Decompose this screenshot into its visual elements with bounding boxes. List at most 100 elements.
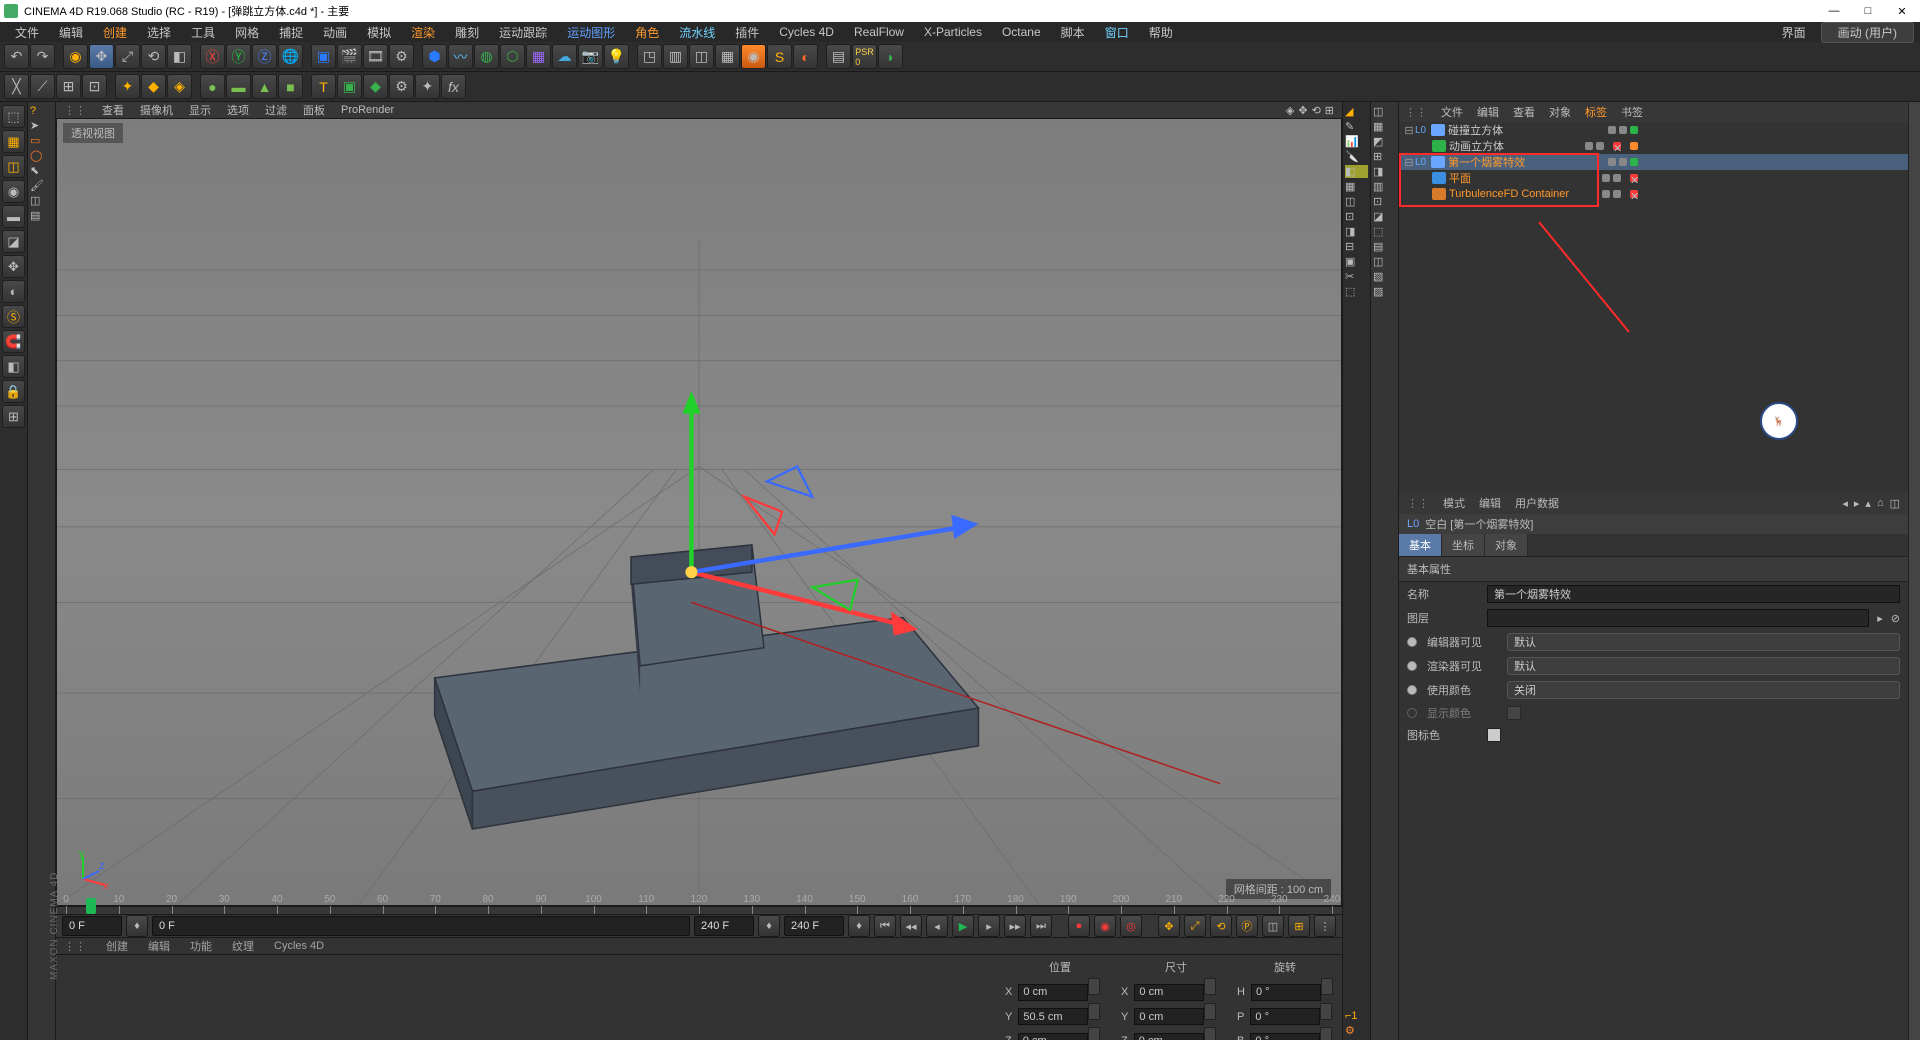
group2a[interactable]: ✦ [115,74,140,99]
key-pos-button[interactable]: ✥ [1158,915,1180,937]
lt-snap[interactable]: Ⓢ [2,305,25,328]
om-view[interactable]: 查看 [1513,104,1535,120]
rt1-d[interactable]: 🔪 [1345,150,1368,163]
lt2-sel[interactable]: ◫ [30,194,53,207]
render-settings-button[interactable]: 🎞 [363,44,388,69]
rt1-f[interactable]: ▦ [1345,180,1368,193]
menu-mograph[interactable]: 运动图形 [558,22,624,43]
content-browser-button[interactable]: ▤ [826,44,851,69]
vp-view[interactable]: 查看 [102,102,124,118]
attr-mode[interactable]: 模式 [1443,495,1465,511]
rt2-f[interactable]: ▥ [1373,180,1396,193]
menu-snap[interactable]: 捕捉 [270,22,312,43]
prev-frame-button[interactable]: ◂ [926,915,948,937]
om-item[interactable]: 动画立方体✕ [1399,138,1908,154]
lt2-brush[interactable]: 🖌 [30,179,53,192]
attr-nav-back[interactable]: ◂ [1842,497,1848,510]
cursor-icon[interactable]: ? [30,105,53,117]
rt2-j[interactable]: ▤ [1373,240,1396,253]
layer-clear-icon[interactable]: ⊘ [1891,612,1900,625]
menu-render[interactable]: 渲染 [402,22,444,43]
menu-mesh[interactable]: 网格 [226,22,268,43]
rt2-g[interactable]: ⊡ [1373,195,1396,208]
attr-nav-up[interactable]: ▴ [1865,497,1871,510]
object-name[interactable]: 平面 [1449,170,1471,186]
object-manager-tree[interactable]: 🦌 ⊟L0碰撞立方体动画立方体✕⊟L0第一个烟雾特效平面✕TurbulenceF… [1399,122,1908,492]
lt-axis[interactable]: ✥ [2,255,25,278]
icon-color-swatch[interactable] [1487,728,1501,742]
group1c[interactable]: ⊞ [56,74,81,99]
lt2-hide[interactable]: ▤ [30,209,53,222]
menu-script[interactable]: 脚本 [1052,22,1094,43]
vp-panel[interactable]: 面板 [303,102,325,118]
lt-face[interactable]: ◪ [2,230,25,253]
tool-a[interactable]: ◳ [637,44,662,69]
takes-button[interactable]: ◗ [878,44,903,69]
lt2-rect[interactable]: ▭ [30,134,53,147]
frame-end-field[interactable]: 240 F [694,916,754,936]
object-name[interactable]: TurbulenceFD Container [1449,188,1569,200]
render-view-button[interactable]: 🎬 [337,44,362,69]
picture-viewer-button[interactable]: ⚙ [389,44,414,69]
menu-edit[interactable]: 编辑 [50,22,92,43]
object-name[interactable]: 碰撞立方体 [1448,122,1503,138]
menu-tools[interactable]: 工具 [182,22,224,43]
goto-end-button[interactable]: ⏭ [1030,915,1052,937]
spin-icon[interactable]: ♦ [126,915,148,937]
vp-nav3[interactable]: ⟲ [1312,104,1321,117]
spin-py[interactable] [1088,1003,1100,1020]
rt2-e[interactable]: ◨ [1373,165,1396,178]
menu-character[interactable]: 角色 [626,22,668,43]
spin-rh[interactable] [1321,978,1333,995]
spin3-icon[interactable]: ♦ [848,915,870,937]
viewport-3d[interactable]: 透视视图 [56,118,1342,906]
om-item[interactable]: ⊟L0碰撞立方体 [1399,122,1908,138]
axis-z-toggle[interactable]: Ⓩ [252,44,277,69]
rot-b-input[interactable] [1250,1033,1320,1040]
vp-nav4[interactable]: ⊞ [1325,104,1334,117]
lt2-ptr[interactable]: ⬉ [30,164,53,177]
minimize-button[interactable]: — [1826,5,1842,18]
text-tool[interactable]: T [311,74,336,99]
next-key-button[interactable]: ▸▸ [1004,915,1026,937]
object-name[interactable]: 动画立方体 [1449,138,1504,154]
wand-tool[interactable]: ✦ [415,74,440,99]
attr-userdata[interactable]: 用户数据 [1515,495,1559,511]
axis-y-toggle[interactable]: Ⓨ [226,44,251,69]
diamond-tool[interactable]: ◆ [363,74,388,99]
lt-grid[interactable]: ⊞ [2,405,25,428]
layout-dropdown[interactable]: 画动 (用户) [1821,22,1914,43]
rot-p-input[interactable] [1250,1008,1320,1025]
tool-c[interactable]: ◫ [689,44,714,69]
key-opt-button[interactable]: ⊞ [1288,915,1310,937]
spin-rb[interactable] [1320,1027,1332,1040]
lt-edge[interactable]: ▬ [2,205,25,228]
rt2-a[interactable]: ◫ [1373,105,1396,118]
om-item[interactable]: 平面✕ [1399,170,1908,186]
group1a[interactable]: ╳ [4,74,29,99]
key-par-button[interactable]: Ⓟ [1236,915,1258,937]
expand-icon[interactable]: ⊟ [1403,124,1415,137]
rt1-j[interactable]: ⊟ [1345,240,1368,253]
rt1-b[interactable]: ✎ [1345,120,1368,133]
rt1-g[interactable]: ◫ [1345,195,1368,208]
lt2-lasso[interactable]: ◯ [30,149,53,162]
om-object[interactable]: 对象 [1549,104,1571,120]
om-item[interactable]: TurbulenceFD Container✕ [1399,186,1908,202]
rt1-e[interactable]: ◧ [1345,165,1368,178]
undo-button[interactable]: ↶ [4,44,29,69]
spin-px[interactable] [1088,978,1100,995]
tool-g[interactable]: ◐ [793,44,818,69]
lt-texture[interactable]: ▦ [2,130,25,153]
spin-sx[interactable] [1204,978,1216,995]
play-button[interactable]: ▶ [952,915,974,937]
rt2-d[interactable]: ⊞ [1373,150,1396,163]
layer-picker-icon[interactable]: ▸ [1877,612,1883,625]
goto-start-button[interactable]: ⏮ [874,915,896,937]
attr-nav-ext[interactable]: ◫ [1890,497,1900,510]
vp-filter[interactable]: 过滤 [265,102,287,118]
generator-button[interactable]: ◍ [474,44,499,69]
deformer-button[interactable]: ▦ [526,44,551,69]
maximize-button[interactable]: □ [1860,5,1876,18]
tab-coord[interactable]: 坐标 [1442,534,1485,556]
